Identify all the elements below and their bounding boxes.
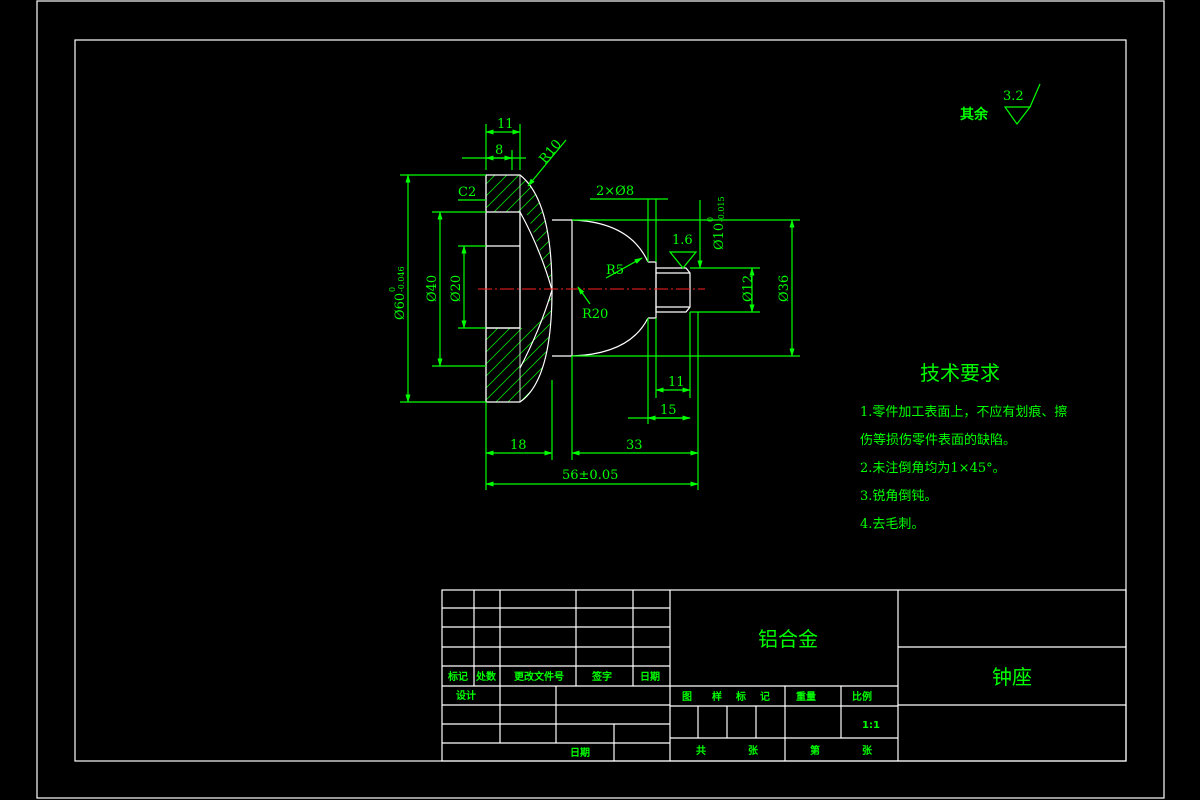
stage-h2: 样	[712, 690, 722, 703]
dim-d10: Ø10 0 -0.015	[706, 196, 727, 250]
dim-r10: R10	[537, 137, 565, 167]
svg-text:Ø60: Ø60	[393, 293, 408, 320]
dim-r20: R20	[582, 307, 608, 322]
sheet-total-unit: 张	[748, 744, 759, 757]
dim-15: 15	[660, 403, 677, 418]
dim-d40: Ø40	[425, 275, 440, 302]
rev-header-doc: 更改文件号	[514, 670, 564, 683]
dim-holes: 2×Ø8	[596, 184, 634, 199]
sheet-total-label: 共	[696, 744, 706, 757]
date-label: 日期	[570, 746, 590, 759]
dimensions: 11 8 R10 C2 Ø60 0 -0.046 Ø40 Ø20 2×Ø8 Ø1…	[388, 117, 800, 490]
sheet-label: 第	[810, 744, 820, 757]
dim-d12: Ø12	[741, 275, 756, 302]
tech-item-1b: 伤等损伤零件表面的缺陷。	[860, 432, 1016, 448]
rev-header-mark: 标记	[447, 670, 468, 683]
tech-requirements: 技术要求 1.零件加工表面上，不应有划痕、擦 伤等损伤零件表面的缺陷。 2.未注…	[860, 361, 1067, 532]
inner-border	[74, 39, 1127, 762]
roughness-value: 3.2	[1003, 89, 1024, 104]
svg-text:-0.046: -0.046	[397, 266, 406, 292]
weight-label: 重量	[796, 690, 816, 703]
dim-18: 18	[510, 438, 527, 453]
tech-item-2: 2.未注倒角均为1×45°。	[860, 461, 1006, 476]
svg-text:Ø10: Ø10	[712, 223, 727, 250]
tech-item-1: 1.零件加工表面上，不应有划痕、擦	[860, 404, 1067, 420]
dim-56: 56±0.05	[562, 468, 618, 483]
dim-r5: R5	[606, 263, 624, 278]
sheet-unit: 张	[862, 744, 873, 757]
rev-header-date: 日期	[640, 670, 660, 683]
dim-33: 33	[626, 438, 643, 453]
roughness-prefix: 其余	[960, 106, 989, 123]
stage-h3: 标	[735, 690, 746, 703]
dim-d20: Ø20	[449, 275, 464, 302]
tech-item-3: 3.锐角倒钝。	[860, 489, 937, 504]
dim-8-top: 8	[495, 143, 503, 158]
title-block: 标记 处数 更改文件号 签字 日期 设计 日期 铝合金 钟座 图 样 标 记 重…	[441, 589, 1127, 762]
roughness-symbol: 其余 3.2	[960, 83, 1041, 126]
cad-drawing: 其余 3.2 11 8 R10 C2 Ø60 0 -0.046 Ø40 Ø20 …	[36, 0, 1165, 799]
stage-h4: 记	[760, 691, 770, 703]
material: 铝合金	[758, 627, 818, 651]
dim-11-top: 11	[497, 117, 514, 132]
dim-d36: Ø36	[777, 275, 792, 302]
rev-header-count: 处数	[475, 670, 497, 683]
stage-h1: 图	[682, 691, 692, 703]
part-name: 钟座	[992, 665, 1032, 689]
tech-item-4: 4.去毛刺。	[860, 517, 924, 532]
design-label: 设计	[456, 689, 476, 702]
dim-11-bottom: 11	[668, 375, 685, 390]
svg-text:0: 0	[388, 287, 397, 292]
dim-c2: C2	[458, 185, 476, 200]
scale-label: 比例	[852, 690, 872, 703]
roughness-1-6: 1.6	[672, 233, 693, 248]
dim-d60: Ø60 0 -0.046	[388, 266, 408, 320]
scale-value: 1:1	[862, 720, 880, 731]
svg-text:-0.015: -0.015	[717, 196, 726, 222]
rev-header-sign: 签字	[591, 670, 612, 683]
tech-heading: 技术要求	[920, 361, 1000, 385]
